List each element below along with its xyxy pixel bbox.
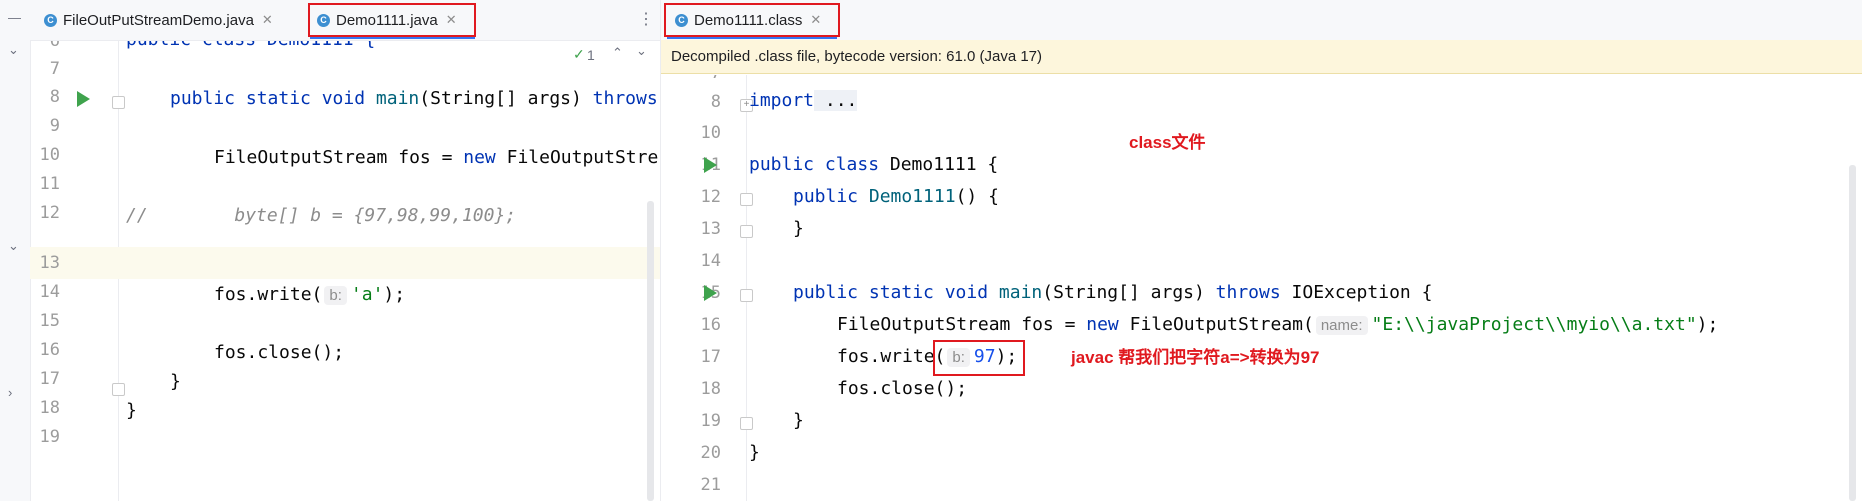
line-number: 11 [39, 174, 60, 194]
scrollbar[interactable] [1849, 165, 1856, 501]
run-icon[interactable] [704, 285, 717, 301]
line-number: 16 [39, 340, 60, 360]
close-icon[interactable]: ✕ [262, 12, 273, 28]
line-number: 18 [39, 398, 60, 418]
line-number: 19 [39, 427, 60, 447]
left-tab-bar: C FileOutPutStreamDemo.java ✕ C Demo1111… [30, 0, 660, 41]
parameter-hint: name: [1315, 316, 1368, 335]
gutter-divider [746, 75, 747, 501]
code-line: } [793, 410, 804, 431]
highlight-box [933, 340, 1025, 376]
run-icon[interactable] [77, 91, 90, 107]
code-line: fos.close(); [214, 342, 345, 363]
fold-icon[interactable] [740, 417, 753, 430]
inspection-count[interactable]: 1 [587, 47, 595, 63]
line-number: 7 [691, 75, 721, 83]
tab-label: FileOutPutStreamDemo.java [63, 11, 254, 29]
java-class-icon: C [44, 13, 57, 27]
line-number: 15 [39, 311, 60, 331]
chevron-down-icon[interactable]: ⌄ [636, 43, 647, 59]
line-number: 17 [39, 369, 60, 389]
chevron-down-icon[interactable]: ⌄ [8, 238, 19, 254]
right-editor[interactable]: 7 8 10 11 12 13 14 15 16 17 18 19 20 21 … [661, 75, 1862, 501]
code-line: public Demo1111() { [793, 186, 999, 207]
parameter-hint: b: [324, 286, 347, 305]
code-line: public class Demo1111 { [126, 41, 375, 50]
line-number: 10 [700, 123, 721, 143]
fold-icon[interactable] [112, 96, 125, 109]
code-line: } [749, 442, 760, 463]
line-number: 20 [700, 443, 721, 463]
code-comment: // byte[] b = {97,98,99,100}; [126, 205, 517, 226]
line-number: 7 [49, 59, 60, 79]
line-number: 17 [700, 347, 721, 367]
line-number: 14 [700, 251, 721, 271]
highlight-box [664, 3, 840, 37]
code-line: public static void main(String[] args) t… [170, 88, 658, 109]
minimize-icon[interactable]: — [8, 10, 21, 25]
line-number: 18 [700, 379, 721, 399]
left-editor[interactable]: ✓ 1 ⌃ ⌄ 6 7 8 9 10 11 12 13 14 15 16 17 … [30, 41, 660, 501]
code-line: } [170, 371, 181, 392]
fold-icon[interactable] [740, 193, 753, 206]
code-line: FileOutputStream fos = new FileOutputStr… [837, 314, 1719, 335]
line-number: 16 [700, 315, 721, 335]
code-line: fos.close(); [837, 378, 968, 399]
line-number: 9 [49, 116, 60, 136]
code-line: import ... [749, 90, 858, 111]
code-line: public class Demo1111 { [749, 154, 999, 175]
code-line: public static void main(String[] args) t… [793, 282, 1433, 303]
line-number: 13 [700, 219, 721, 239]
tool-strip: — ⌄ ⌄ › [0, 0, 31, 501]
code-line: FileOutputStream fos = new FileOutputStr… [214, 147, 659, 168]
fold-icon[interactable] [740, 225, 753, 238]
fold-icon[interactable] [740, 289, 753, 302]
decompiled-banner: Decompiled .class file, bytecode version… [661, 40, 1862, 74]
scrollbar[interactable] [647, 201, 654, 501]
check-icon: ✓ [573, 46, 585, 62]
line-number: 12 [700, 187, 721, 207]
tab-file-output-stream-demo[interactable]: C FileOutPutStreamDemo.java ✕ [44, 6, 273, 34]
more-options-icon[interactable]: ⋮ [638, 9, 654, 29]
banner-text: Decompiled .class file, bytecode version… [671, 48, 1043, 65]
javac-note-annotation: javac 帮我们把字符a=>转换为97 [1071, 348, 1320, 367]
line-number: 19 [700, 411, 721, 431]
chevron-right-icon[interactable]: › [8, 385, 12, 400]
chevron-up-icon[interactable]: ⌃ [612, 45, 623, 61]
line-number: 21 [700, 475, 721, 495]
line-number: 8 [49, 87, 60, 107]
class-file-annotation: class文件 [1129, 133, 1206, 152]
line-number: 6 [49, 41, 60, 51]
line-number: 8 [710, 92, 721, 112]
line-number: 12 [39, 203, 60, 223]
line-number: 13 [39, 253, 60, 273]
right-tab-bar: C Demo1111.class ✕ [661, 0, 1862, 41]
current-line-highlight [30, 247, 660, 279]
chevron-down-icon[interactable]: ⌄ [8, 42, 19, 58]
line-number: 10 [39, 145, 60, 165]
line-number: 14 [39, 282, 60, 302]
code-line: fos.write(b:'a'); [214, 284, 406, 305]
code-line: } [793, 218, 804, 239]
run-icon[interactable] [704, 157, 717, 173]
fold-icon[interactable] [112, 383, 125, 396]
collapsed-imports[interactable]: ... [814, 90, 858, 111]
code-line: } [126, 400, 137, 421]
highlight-box [308, 3, 476, 37]
